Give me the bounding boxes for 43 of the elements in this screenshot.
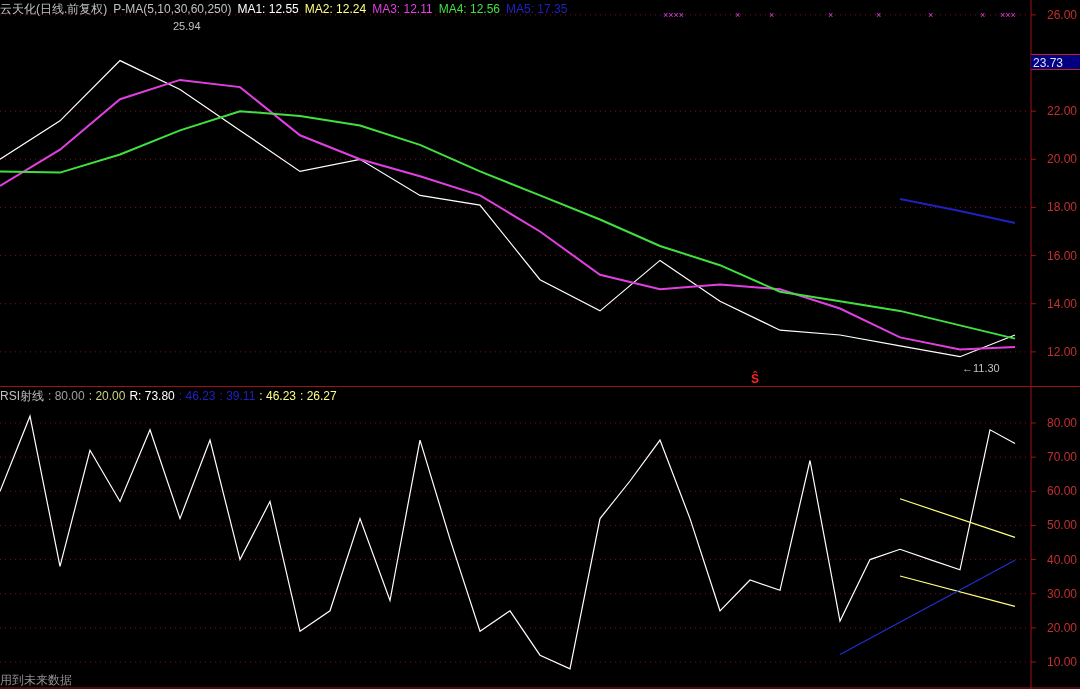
- signal-mark: ×: [769, 10, 775, 20]
- signal-mark: ×: [980, 10, 986, 20]
- axis-label: 22.00: [1046, 104, 1077, 119]
- current-price-tag: 23.73: [1031, 54, 1080, 70]
- ma-reading: MA3: 12.11: [372, 1, 433, 18]
- rsi-reading: : 80.00: [48, 388, 85, 405]
- ma-reading: MA1: 12.55: [237, 1, 299, 18]
- rsi-reading: : 20.00: [88, 388, 126, 405]
- axis-label: 60.00: [1046, 484, 1077, 499]
- ma-reading: MA4: 12.56: [438, 1, 500, 18]
- rsi-reading: : 26.27: [300, 388, 337, 405]
- axis-label: 70.00: [1046, 450, 1077, 465]
- indicator-name: RSI射线: [0, 388, 44, 405]
- axis-label: 12.00: [1046, 344, 1077, 359]
- axis-label: 20.00: [1046, 620, 1077, 635]
- signal-mark: ×××: [1000, 10, 1016, 20]
- signal-mark: ×: [828, 10, 834, 20]
- rsi-reading: : 46.23: [259, 388, 296, 405]
- signal-mark: ××××: [663, 10, 685, 20]
- rsi-reading: : 46.23: [178, 388, 216, 405]
- axis-label: 20.00: [1046, 152, 1077, 167]
- rsi-reading: R: 73.80: [129, 388, 175, 405]
- axis-label: 10.00: [1046, 655, 1077, 669]
- ma-reading: MA2: 12.24: [304, 1, 367, 18]
- axis-label: 16.00: [1046, 248, 1077, 263]
- rsi-reading: : 39.11: [219, 388, 256, 405]
- signal-mark: ×: [876, 10, 882, 20]
- axis-label: 26.00: [1046, 7, 1077, 22]
- ma-reading: MA5: 17.35: [506, 1, 568, 18]
- signal-letter: Ŝ: [751, 370, 759, 388]
- indicator-name: P-MA(5,10,30,60,250): [113, 1, 232, 18]
- signal-mark: ×: [928, 10, 934, 20]
- high-price-label: 25.94: [173, 19, 201, 34]
- signal-mark: ×: [735, 10, 741, 20]
- axis-label: 50.00: [1046, 518, 1077, 533]
- axis-label: 18.00: [1046, 200, 1077, 215]
- low-price-label: ←11.30: [962, 361, 1000, 376]
- axis-label: 30.00: [1046, 586, 1077, 601]
- axis-label: 14.00: [1046, 296, 1077, 311]
- axis-label: 80.00: [1046, 416, 1077, 430]
- footer-note: 用到未来数据: [0, 673, 72, 687]
- axis-label: 40.00: [1046, 552, 1077, 567]
- chart-title: 云天化(日线.前复权): [0, 1, 108, 18]
